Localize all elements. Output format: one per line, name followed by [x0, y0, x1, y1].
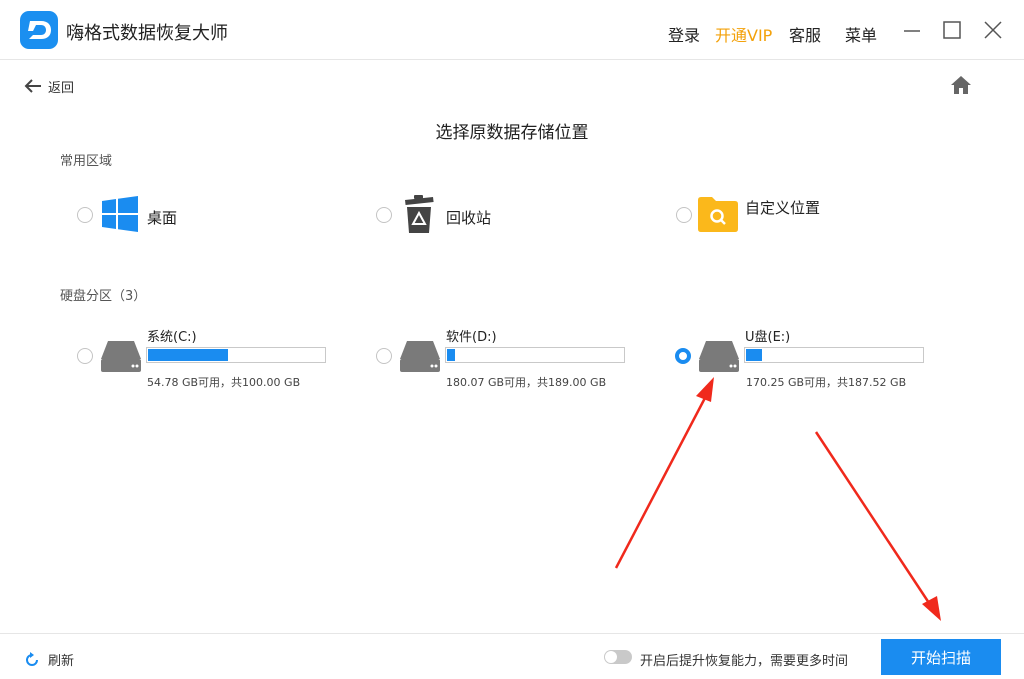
windows-icon — [102, 196, 138, 236]
vip-link[interactable]: 开通VIP — [715, 22, 772, 46]
back-label: 返回 — [48, 80, 75, 96]
drive-e-name: U盘(E:) — [745, 330, 791, 345]
home-icon — [951, 76, 971, 94]
back-button[interactable]: 返回 — [24, 76, 74, 96]
annotation-arrow-to-start-button — [814, 431, 941, 621]
close-button[interactable] — [981, 18, 1005, 42]
hard-drive-icon — [698, 339, 740, 373]
drive-e-radio[interactable] — [675, 348, 691, 364]
custom-location-radio[interactable] — [676, 207, 692, 223]
recycle-bin-icon — [402, 194, 436, 238]
common-section-label: 常用区域 — [60, 154, 113, 169]
app-title: 嗨格式数据恢复大师 — [66, 23, 228, 44]
folder-search-icon — [698, 196, 738, 236]
drive-d-usage-fill — [447, 349, 455, 361]
desktop-label[interactable]: 桌面 — [147, 207, 177, 228]
refresh-label: 刷新 — [48, 654, 75, 669]
title-bar: 嗨格式数据恢复大师 登录 开通VIP 客服 菜单 — [0, 0, 1024, 60]
minimize-button[interactable] — [900, 18, 924, 42]
drive-e-usage-fill — [746, 349, 762, 361]
drive-c-info: 54.78 GB可用，共100.00 GB — [147, 376, 301, 389]
minimize-icon — [904, 30, 920, 32]
start-scan-button[interactable]: 开始扫描 — [881, 639, 1001, 675]
service-link[interactable]: 客服 — [789, 22, 821, 46]
refresh-icon — [26, 651, 38, 666]
recycle-bin-radio[interactable] — [376, 207, 392, 223]
login-link[interactable]: 登录 — [668, 22, 700, 46]
drive-d-name: 软件(D:) — [446, 330, 497, 345]
custom-location-label[interactable]: 自定义位置 — [745, 197, 820, 218]
desktop-radio[interactable] — [77, 207, 93, 223]
drive-d-info: 180.07 GB可用，共189.00 GB — [446, 376, 607, 389]
page-title: 选择原数据存储位置 — [435, 123, 589, 143]
menu-link[interactable]: 菜单 — [845, 22, 877, 46]
drive-d-usage-bar — [445, 347, 625, 363]
drive-c-name: 系统(C:) — [147, 330, 197, 345]
maximize-icon — [943, 21, 961, 39]
drive-c-usage-fill — [148, 349, 228, 361]
drive-c-usage-bar — [146, 347, 326, 363]
refresh-button[interactable]: 刷新 — [24, 650, 74, 669]
hard-drive-icon — [100, 339, 142, 373]
drive-e-info: 170.25 GB可用，共187.52 GB — [746, 376, 907, 389]
arrow-left-icon — [24, 79, 41, 93]
enhanced-recovery-toggle[interactable] — [604, 650, 632, 664]
app-logo — [20, 11, 58, 49]
maximize-button[interactable] — [940, 18, 964, 42]
annotation-arrow-to-drive-e — [614, 377, 714, 569]
footer-bar: 刷新 开启后提升恢复能力，需要更多时间 开始扫描 — [0, 633, 1024, 679]
drive-e-usage-bar — [744, 347, 924, 363]
home-button[interactable] — [950, 75, 972, 95]
disk-section-label: 硬盘分区（3） — [60, 289, 147, 304]
hard-drive-icon — [399, 339, 441, 373]
enhanced-recovery-label: 开启后提升恢复能力，需要更多时间 — [640, 654, 849, 669]
drive-d-radio[interactable] — [376, 348, 392, 364]
recycle-bin-label[interactable]: 回收站 — [446, 207, 491, 228]
drive-c-radio[interactable] — [77, 348, 93, 364]
close-icon — [984, 21, 1002, 39]
